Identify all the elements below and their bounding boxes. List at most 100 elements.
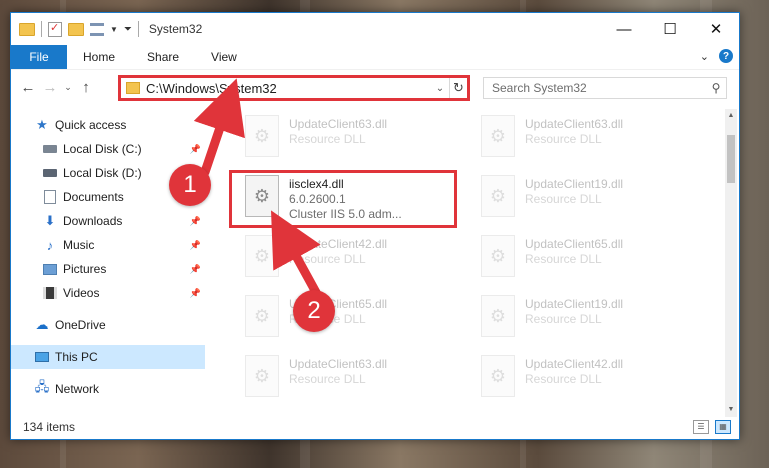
file-name: UpdateClient42.dll xyxy=(289,237,388,251)
tab-share[interactable]: Share xyxy=(131,50,195,64)
sidebar-item-quick-access[interactable]: ★ Quick access xyxy=(11,113,205,137)
file-item[interactable]: ⚙ UpdateClient65.dll Resource DLL xyxy=(481,233,701,291)
sidebar-item-this-pc[interactable]: This PC xyxy=(11,345,205,369)
recent-locations-button[interactable]: ⌄ xyxy=(61,82,75,93)
file-description: Resource DLL xyxy=(525,312,602,326)
callout-step-2: 2 xyxy=(293,290,335,332)
maximize-button[interactable]: ☐ xyxy=(647,13,693,45)
help-icon[interactable]: ? xyxy=(719,49,733,63)
sidebar-item-videos[interactable]: Videos 📌 xyxy=(11,281,205,305)
file-name: UpdateClient19.dll xyxy=(525,297,624,311)
pin-icon[interactable]: 📌 xyxy=(190,216,201,227)
address-dropdown-icon[interactable]: ⌄ xyxy=(431,83,449,94)
dll-file-icon: ⚙ xyxy=(245,235,279,277)
back-button[interactable]: ← xyxy=(17,79,39,96)
navigation-pane: ★ Quick access Local Disk (C:) 📌 Local D… xyxy=(11,109,205,417)
scroll-up-icon[interactable]: ▲ xyxy=(725,109,737,123)
pin-icon[interactable]: 📌 xyxy=(190,144,201,155)
sidebar-item-music[interactable]: ♪ Music 📌 xyxy=(11,233,205,257)
sidebar-item-network[interactable]: 🖧 Network xyxy=(11,377,205,401)
expand-ribbon-icon[interactable]: ⌄ xyxy=(700,50,709,63)
folder-icon xyxy=(126,82,140,94)
file-description: Resource DLL xyxy=(525,192,602,206)
sidebar-item-label: Documents xyxy=(63,190,124,204)
sidebar-item-label: Network xyxy=(55,382,100,396)
pin-icon[interactable]: 📌 xyxy=(190,288,201,299)
sidebar-item-pictures[interactable]: Pictures 📌 xyxy=(11,257,205,281)
downloads-icon: ⬇ xyxy=(44,213,56,228)
dll-file-icon: ⚙ xyxy=(481,115,515,157)
sidebar-item-local-disk-c[interactable]: Local Disk (C:) 📌 xyxy=(11,137,205,161)
tab-home[interactable]: Home xyxy=(67,50,131,64)
dll-file-icon: ⚙ xyxy=(481,235,515,277)
dll-file-icon: ⚙ xyxy=(481,175,515,217)
file-item[interactable]: ⚙ UpdateClient19.dll Resource DLL xyxy=(481,173,701,231)
file-name: UpdateClient65.dll xyxy=(525,237,624,251)
title-bar: ▼ ⏷ System32 — ☐ ✕ xyxy=(11,13,739,45)
sidebar-item-label: Quick access xyxy=(55,118,127,132)
pin-icon[interactable]: 📌 xyxy=(190,264,201,275)
file-description: Resource DLL xyxy=(525,252,602,266)
dll-file-icon: ⚙ xyxy=(481,295,515,337)
sidebar-item-downloads[interactable]: ⬇ Downloads 📌 xyxy=(11,209,205,233)
pictures-icon xyxy=(43,262,57,276)
music-icon: ♪ xyxy=(46,237,54,253)
quick-access-toolbar: ▼ ⏷ xyxy=(11,21,139,37)
dropdown-arrow-icon[interactable]: ▼ xyxy=(110,25,118,34)
file-name: UpdateClient42.dll xyxy=(525,357,624,371)
sidebar-item-label: Music xyxy=(63,238,95,252)
forward-button[interactable]: → xyxy=(39,79,61,96)
sidebar-item-label: Videos xyxy=(63,286,100,300)
cloud-icon: ☁ xyxy=(35,317,49,332)
drive-icon xyxy=(43,142,57,156)
file-item[interactable]: ⚙ UpdateClient65.dll Resource DLL xyxy=(245,293,465,351)
address-bar[interactable]: C:\Windows\System32 ⌄ ↻ xyxy=(118,75,470,101)
sidebar-item-label: OneDrive xyxy=(55,318,106,332)
sidebar-item-onedrive[interactable]: ☁ OneDrive xyxy=(11,313,205,337)
refresh-button[interactable]: ↻ xyxy=(449,78,467,98)
file-description: Resource DLL xyxy=(525,132,602,146)
minimize-button[interactable]: — xyxy=(601,13,647,45)
toolbar-divider xyxy=(41,21,42,37)
file-item[interactable]: ⚙ UpdateClient63.dll Resource DLL xyxy=(245,113,465,171)
videos-icon xyxy=(43,286,57,300)
window-title: System32 xyxy=(148,22,203,36)
file-item[interactable]: ⚙ UpdateClient19.dll Resource DLL xyxy=(481,293,701,351)
search-icon[interactable]: ⚲ xyxy=(706,81,726,95)
properties-icon[interactable] xyxy=(48,21,62,37)
folder-icon xyxy=(19,22,35,36)
close-button[interactable]: ✕ xyxy=(693,13,739,45)
sidebar-item-label: Local Disk (D:) xyxy=(63,166,142,180)
file-item[interactable]: ⚙ UpdateClient42.dll Resource DLL xyxy=(245,233,465,291)
file-description: Resource DLL xyxy=(289,132,366,146)
up-button[interactable]: ↑ xyxy=(75,79,97,96)
customize-toolbar-icon[interactable]: ⏷ xyxy=(124,24,132,35)
file-item[interactable]: ⚙ UpdateClient63.dll Resource DLL xyxy=(245,353,465,411)
computer-icon xyxy=(35,350,49,364)
dll-file-icon: ⚙ xyxy=(481,355,515,397)
sidebar-item-label: Downloads xyxy=(63,214,123,228)
address-path[interactable]: C:\Windows\System32 xyxy=(146,81,431,96)
file-name: UpdateClient19.dll xyxy=(525,177,624,191)
details-view-icon[interactable]: ☰ xyxy=(693,420,709,434)
search-input[interactable] xyxy=(492,81,706,95)
file-item[interactable]: ⚙ UpdateClient42.dll Resource DLL xyxy=(481,353,701,411)
tab-view[interactable]: View xyxy=(195,50,253,64)
tab-file[interactable]: File xyxy=(11,45,67,69)
tiles-view-icon[interactable]: ▦ xyxy=(715,420,731,434)
new-folder-icon[interactable] xyxy=(68,22,84,36)
toolbar-divider xyxy=(137,21,139,37)
file-name: UpdateClient63.dll xyxy=(525,117,624,131)
dll-file-icon: ⚙ xyxy=(245,355,279,397)
search-box[interactable]: ⚲ xyxy=(483,77,727,99)
file-item[interactable]: ⚙ UpdateClient63.dll Resource DLL xyxy=(481,113,701,171)
network-icon: 🖧 xyxy=(34,379,50,394)
status-bar: 134 items ☰ ▦ xyxy=(11,415,739,439)
pin-icon[interactable]: 📌 xyxy=(190,240,201,251)
scroll-thumb[interactable] xyxy=(727,135,735,183)
vertical-scrollbar[interactable]: ▲ ▼ xyxy=(725,109,737,417)
rename-icon[interactable] xyxy=(90,22,104,36)
window-controls: — ☐ ✕ xyxy=(601,13,739,45)
drive-icon xyxy=(43,166,57,180)
file-name: UpdateClient63.dll xyxy=(289,357,388,371)
